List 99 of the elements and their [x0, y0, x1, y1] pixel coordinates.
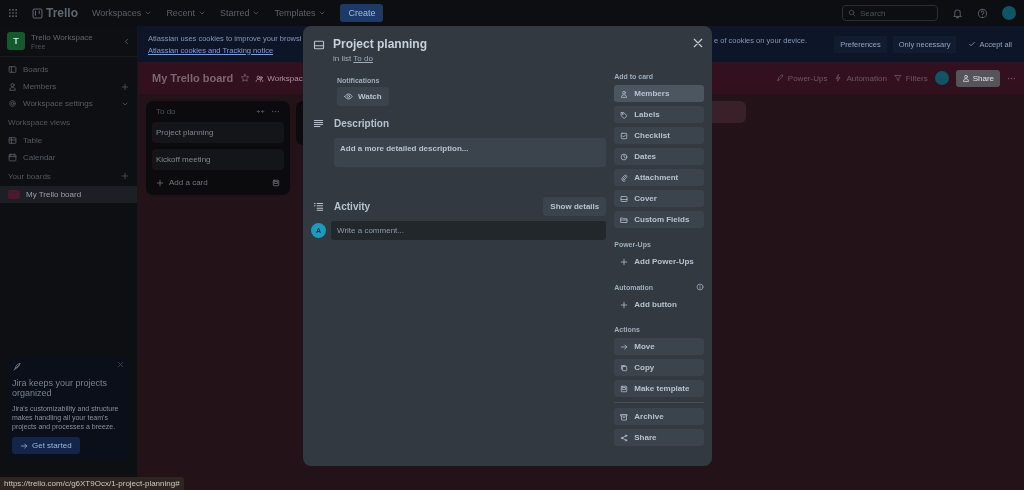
template-icon — [620, 384, 629, 393]
plus-icon — [620, 257, 629, 266]
calendar-icon — [8, 153, 17, 162]
section-heading: Workspace views — [8, 117, 72, 127]
create-button[interactable]: Create — [340, 4, 384, 22]
table-icon — [8, 136, 17, 145]
chevron-icon — [144, 9, 153, 17]
sidebar-item[interactable]: Table — [0, 132, 137, 149]
lightning-icon — [834, 74, 843, 82]
archive-icon — [620, 412, 629, 421]
sidebar-item[interactable]: Calendar — [0, 149, 137, 166]
gear-icon — [8, 99, 17, 108]
action-button[interactable]: Checklist — [614, 127, 704, 144]
card-title[interactable]: Project planning — [333, 37, 427, 51]
cover-icon — [620, 194, 629, 203]
paperclip-icon — [620, 173, 629, 182]
action-button[interactable]: Archive — [614, 408, 704, 425]
show-details-button[interactable]: Show details — [543, 197, 607, 216]
plus-icon — [121, 172, 129, 180]
action-button[interactable]: Attachment — [614, 169, 704, 186]
get-started-button[interactable]: Get started — [12, 437, 80, 454]
plus-icon — [156, 178, 164, 187]
add-link[interactable]: Add button — [614, 296, 704, 313]
member-avatar[interactable] — [934, 71, 949, 85]
nav-menu[interactable]: Starred — [219, 8, 261, 18]
board-icon — [8, 65, 17, 74]
workspace-avatar: T — [7, 32, 25, 50]
star-icon — [240, 73, 251, 83]
sidebar-item[interactable]: Workspace settings — [0, 95, 137, 112]
action-button[interactable]: Dates — [614, 148, 704, 165]
app-logo[interactable]: Trello — [46, 6, 78, 20]
share-icon — [620, 433, 629, 442]
feather-icon — [12, 361, 22, 372]
comment-field[interactable]: Write a comment... — [331, 221, 607, 240]
list-link[interactable]: To do — [353, 54, 373, 63]
list-caption: in list — [333, 54, 352, 63]
board-card[interactable]: Project planning — [152, 122, 284, 143]
action-button[interactable]: Labels — [614, 106, 704, 123]
section-heading: Your boards — [8, 171, 52, 181]
folder-icon — [620, 215, 629, 224]
info-icon — [696, 283, 704, 291]
workspace-name: Trello Workspace — [31, 32, 94, 42]
action-button[interactable]: Move — [614, 338, 704, 355]
close-icon — [116, 359, 125, 369]
sidebar-item[interactable]: Members — [0, 78, 137, 95]
tag-icon — [620, 110, 629, 119]
chevron-icon — [122, 36, 131, 46]
plus-icon — [121, 82, 129, 91]
people-icon — [255, 73, 265, 83]
description-icon — [313, 118, 324, 129]
plus-icon — [620, 300, 629, 309]
template-icon — [272, 178, 280, 187]
arrow-icon — [20, 441, 28, 450]
board-card[interactable]: Kickoff meeting — [152, 149, 284, 170]
add-link[interactable]: Add Power-Ups — [614, 253, 704, 270]
cover-icon — [313, 39, 325, 51]
close-icon — [692, 37, 704, 49]
visibility-button[interactable]: Workspac — [255, 73, 303, 83]
help-icon — [977, 7, 988, 19]
nav-menu[interactable]: Recent — [166, 8, 206, 18]
search-icon — [848, 9, 856, 17]
chevron-icon — [252, 9, 261, 17]
section-heading: Activity — [334, 201, 372, 212]
action-button[interactable]: Copy — [614, 359, 704, 376]
checklist-icon — [620, 131, 629, 140]
action-button[interactable]: Custom Fields — [614, 211, 704, 228]
logo-icon — [32, 7, 43, 19]
close-button[interactable] — [692, 37, 704, 49]
board-title[interactable]: My Trello board — [152, 72, 234, 84]
eye-icon — [344, 92, 353, 101]
user-avatar[interactable] — [1002, 6, 1016, 20]
description-field[interactable]: Add a more detailed description... — [334, 138, 607, 167]
nav-menu[interactable]: Workspaces — [92, 8, 153, 18]
sidebar-item[interactable]: Boards — [0, 61, 137, 78]
watch-button[interactable]: Watch — [337, 87, 389, 106]
arrow-icon — [620, 342, 629, 351]
activity-icon — [313, 201, 324, 212]
action-button[interactable]: Share — [614, 429, 704, 446]
action-button[interactable]: Make template — [614, 380, 704, 397]
chevron-icon — [197, 9, 206, 17]
filter-icon — [893, 74, 902, 82]
status-url: https://trello.com/c/g6XT9Ocx/1-project-planning# — [0, 477, 184, 490]
chevron-icon — [318, 9, 327, 17]
nav-menu[interactable]: Templates — [274, 8, 327, 18]
person-icon — [961, 74, 970, 82]
copy-icon — [620, 363, 629, 372]
bell-icon — [952, 7, 963, 19]
add-card-button[interactable]: Add a card — [169, 178, 267, 187]
promo-title: Jira keeps your projects organized — [12, 377, 109, 398]
person-icon — [8, 82, 17, 91]
grid-icon — [8, 8, 18, 18]
check-icon — [968, 40, 977, 48]
clock-icon — [620, 152, 629, 161]
action-button[interactable]: Members — [614, 85, 704, 102]
person-icon — [620, 89, 629, 98]
action-button[interactable]: Cover — [614, 190, 704, 207]
section-heading: Description — [334, 118, 390, 129]
board-item[interactable]: My Trello board — [0, 186, 137, 203]
share-button[interactable]: Share — [955, 69, 1000, 87]
